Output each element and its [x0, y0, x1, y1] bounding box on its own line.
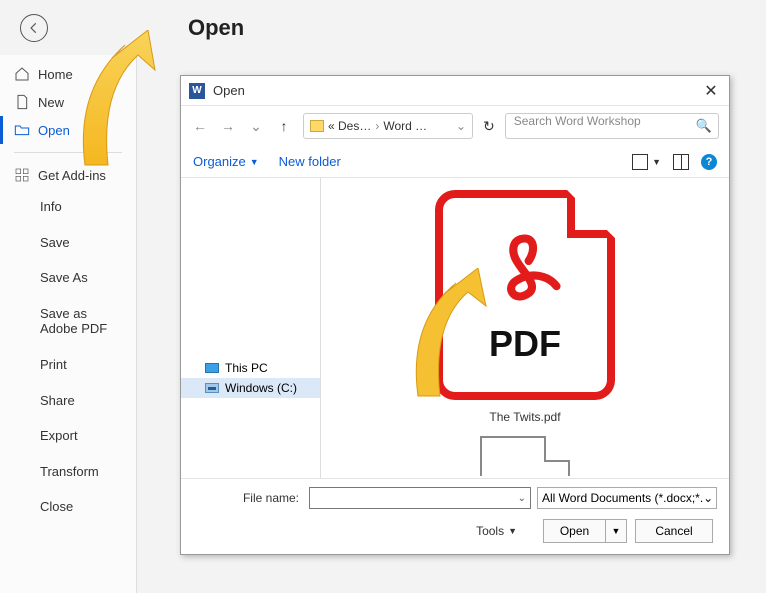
tree-item-this-pc[interactable]: This PC — [181, 358, 320, 378]
chevron-down-icon: ⌄ — [456, 119, 466, 133]
folder-open-icon — [14, 122, 30, 138]
dialog-toolbar: Organize ▼ New folder ▼ ? — [181, 146, 729, 178]
chevron-down-icon: ⌄ — [703, 491, 713, 505]
chevron-right-icon: › — [375, 119, 379, 133]
word-icon: W — [189, 83, 205, 99]
folder-icon — [310, 120, 324, 132]
page-title: Open — [188, 15, 244, 41]
sidebar-item-saveas[interactable]: Save As — [0, 260, 136, 296]
nav-back-button[interactable]: ← — [191, 118, 209, 134]
nav-forward-button[interactable]: → — [219, 118, 237, 134]
open-button[interactable]: Open — [543, 519, 605, 543]
search-input[interactable]: Search Word Workshop 🔍 — [505, 113, 719, 139]
sidebar-item-print[interactable]: Print — [0, 347, 136, 383]
folder-tree: This PC Windows (C:) — [181, 178, 321, 478]
sidebar-item-new[interactable]: New — [0, 88, 136, 116]
dialog-footer: File name: ⌄ All Word Documents (*.docx;… — [181, 478, 729, 551]
search-icon: 🔍 — [696, 118, 712, 134]
pc-icon — [205, 363, 219, 373]
view-mode-button[interactable] — [632, 154, 648, 170]
refresh-button[interactable]: ↻ — [483, 118, 495, 135]
back-button[interactable] — [20, 14, 48, 42]
dialog-body: This PC Windows (C:) — [181, 178, 729, 478]
tree-item-windows-c[interactable]: Windows (C:) — [181, 378, 320, 398]
breadcrumb-segment: Word … — [383, 119, 427, 133]
breadcrumb-segment: « Des… — [328, 119, 371, 133]
nav-up-button[interactable]: ↑ — [275, 118, 293, 134]
document-icon — [14, 94, 30, 110]
dialog-titlebar: W Open ✕ — [181, 76, 729, 106]
partial-file-icon — [480, 436, 570, 476]
chevron-down-icon: ⌄ — [518, 493, 526, 504]
cancel-button[interactable]: Cancel — [635, 519, 713, 543]
help-button[interactable]: ? — [701, 154, 717, 170]
main-area: W Open ✕ ← → ⌄ ↑ « Des… › Word … ⌄ ↻ Sea… — [137, 55, 766, 593]
file-type-select[interactable]: All Word Documents (*.docx;*. ⌄ — [537, 487, 717, 509]
organize-button[interactable]: Organize ▼ — [193, 154, 259, 169]
preview-pane-button[interactable] — [673, 154, 689, 170]
sidebar-item-export[interactable]: Export — [0, 418, 136, 454]
grid-icon — [14, 167, 30, 183]
page-fold-icon — [567, 190, 615, 238]
sidebar-item-label: New — [38, 95, 64, 110]
backstage-sidebar: Home New Open Get Add-ins Info Save Save… — [0, 55, 137, 593]
sidebar-item-home[interactable]: Home — [0, 60, 136, 88]
chevron-down-icon: ▼ — [250, 157, 259, 167]
breadcrumb[interactable]: « Des… › Word … ⌄ — [303, 113, 473, 139]
sidebar-item-label: Open — [38, 123, 70, 138]
open-file-dialog: W Open ✕ ← → ⌄ ↑ « Des… › Word … ⌄ ↻ Sea… — [180, 75, 730, 555]
sidebar-item-label: Get Add-ins — [38, 168, 106, 183]
filename-input[interactable]: ⌄ — [309, 487, 531, 509]
sidebar-item-transform[interactable]: Transform — [0, 454, 136, 490]
divider — [14, 152, 122, 153]
nav-recent-button[interactable]: ⌄ — [247, 118, 265, 135]
drive-icon — [205, 383, 219, 393]
pdf-file-thumbnail[interactable]: PDF — [435, 190, 615, 400]
chevron-down-icon: ▼ — [652, 157, 661, 167]
sidebar-item-info[interactable]: Info — [0, 189, 136, 225]
sidebar-item-label: Home — [38, 67, 73, 82]
dialog-nav: ← → ⌄ ↑ « Des… › Word … ⌄ ↻ Search Word … — [181, 106, 729, 146]
new-folder-button[interactable]: New folder — [279, 154, 341, 169]
chevron-down-icon: ▼ — [508, 526, 517, 536]
search-placeholder: Search Word Workshop — [514, 114, 641, 128]
sidebar-item-share[interactable]: Share — [0, 383, 136, 419]
file-list[interactable]: PDF The Twits.pdf — [321, 178, 729, 478]
arrow-left-icon — [27, 21, 41, 35]
sidebar-item-addins[interactable]: Get Add-ins — [0, 161, 136, 189]
open-dropdown-button[interactable]: ▼ — [605, 519, 627, 543]
sidebar-item-save[interactable]: Save — [0, 225, 136, 261]
pdf-label: PDF — [489, 323, 561, 365]
sidebar-item-close[interactable]: Close — [0, 489, 136, 525]
filename-label: File name: — [193, 491, 303, 505]
close-button[interactable]: ✕ — [701, 81, 721, 101]
adobe-logo-icon — [480, 225, 570, 315]
home-icon — [14, 66, 30, 82]
file-name-label: The Twits.pdf — [489, 410, 560, 424]
sidebar-item-open[interactable]: Open — [0, 116, 136, 144]
tools-button[interactable]: Tools ▼ — [476, 524, 517, 538]
chevron-down-icon: ▼ — [612, 526, 621, 536]
dialog-title: Open — [213, 83, 701, 98]
sidebar-item-saveadobe[interactable]: Save as Adobe PDF — [0, 296, 136, 347]
